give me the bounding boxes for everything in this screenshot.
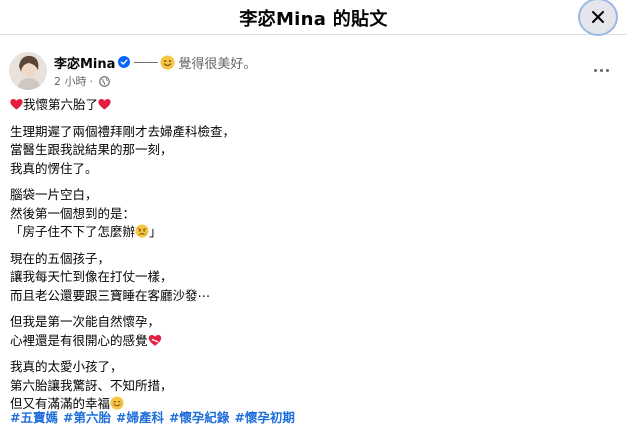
text-line: 但我是第一次能自然懷孕，	[10, 314, 161, 329]
hashtag-link[interactable]: #第六胎	[63, 407, 111, 426]
close-icon	[592, 11, 604, 23]
author-avatar[interactable]	[9, 52, 47, 90]
post-timestamp[interactable]: 2 小時	[54, 73, 87, 89]
text-line: 當醫生跟我說結果的那一刻，	[10, 142, 173, 157]
text-line: 而且老公還要跟三寶睡在客廳沙發⋯	[10, 287, 211, 303]
hashtag-link[interactable]: #五寶媽	[10, 407, 58, 426]
hashtag-link[interactable]: #懷孕初期	[234, 407, 294, 426]
mending-heart-icon	[148, 334, 161, 346]
dialog-title: 李宓Mina 的貼文	[239, 9, 388, 30]
feeling-activity: —— 覺得很美好。	[133, 53, 256, 72]
post-meta: 2 小時 ·	[54, 73, 110, 89]
hashtag-link[interactable]: #懷孕紀錄	[169, 407, 229, 426]
author-name[interactable]: 李宓Mina	[54, 53, 115, 72]
paragraph: 腦袋一片空白， 然後第一個想到的是： 「房子住不下了怎麼辦 」	[10, 186, 610, 242]
text-line: 生理期遲了兩個禮拜剛才去婦產科檢查，	[10, 123, 236, 139]
hashtag-list: #五寶媽 #第六胎 #婦產科 #懷孕紀錄 #懷孕初期	[10, 407, 300, 426]
text-fragment: 」	[149, 224, 162, 239]
smiley-face-icon	[160, 54, 175, 70]
meta-separator: ·	[89, 74, 94, 88]
more-options-icon	[592, 68, 610, 72]
red-heart-icon	[10, 99, 23, 110]
post-dialog-header: 李宓Mina 的貼文	[0, 0, 627, 35]
avatar-photo	[9, 52, 47, 90]
text-line: 我真的太愛小孩了，	[10, 359, 123, 374]
first-line-text: 我懷第六胎了	[23, 97, 99, 112]
text-line: 「房子住不下了怎麼辦 」	[10, 223, 610, 242]
globe-icon[interactable]	[99, 75, 110, 87]
post-body: 我懷第六胎了 生理期遲了兩個禮拜剛才去婦產科檢查， 當醫生跟我說結果的那一刻， …	[10, 96, 610, 422]
worried-face-icon	[135, 224, 149, 238]
post-first-line: 我懷第六胎了	[10, 96, 610, 115]
text-fragment: 心裡還是有很開心的感覺	[10, 332, 148, 348]
text-line: 心裡還是有很開心的感覺	[10, 332, 610, 351]
text-fragment: 「房子住不下了怎麼辦	[10, 224, 136, 239]
feeling-text: 覺得很美好。	[178, 56, 257, 72]
verified-badge-icon	[118, 56, 131, 68]
text-line: 現在的五個孩子，	[10, 250, 111, 266]
hashtag-link[interactable]: #婦產科	[116, 407, 164, 426]
paragraph: 現在的五個孩子， 讓我每天忙到像在打仗一樣， 而且老公還要跟三寶睡在客廳沙發⋯	[10, 250, 610, 306]
red-heart-icon	[98, 99, 111, 110]
close-button[interactable]	[580, 0, 616, 34]
paragraph: 我真的太愛小孩了， 第六胎讓我驚訝、不知所措， 但又有滿滿的幸福	[10, 358, 610, 414]
text-line: 第六胎讓我驚訝、不知所措，	[10, 377, 173, 393]
text-line: 讓我每天忙到像在打仗一樣，	[10, 269, 173, 284]
paragraph: 生理期遲了兩個禮拜剛才去婦產科檢查， 當醫生跟我說結果的那一刻， 我真的愣住了。	[10, 123, 610, 179]
text-line: 我真的愣住了。	[10, 160, 98, 176]
text-line: 然後第一個想到的是：	[10, 205, 136, 221]
feeling-dash: ——	[133, 54, 158, 70]
author-line: 李宓Mina —— 覺得很美好。	[54, 52, 256, 72]
more-options-button[interactable]	[588, 62, 614, 78]
paragraph: 但我是第一次能自然懷孕， 心裡還是有很開心的感覺	[10, 313, 610, 350]
text-line: 腦袋一片空白，	[10, 187, 98, 202]
